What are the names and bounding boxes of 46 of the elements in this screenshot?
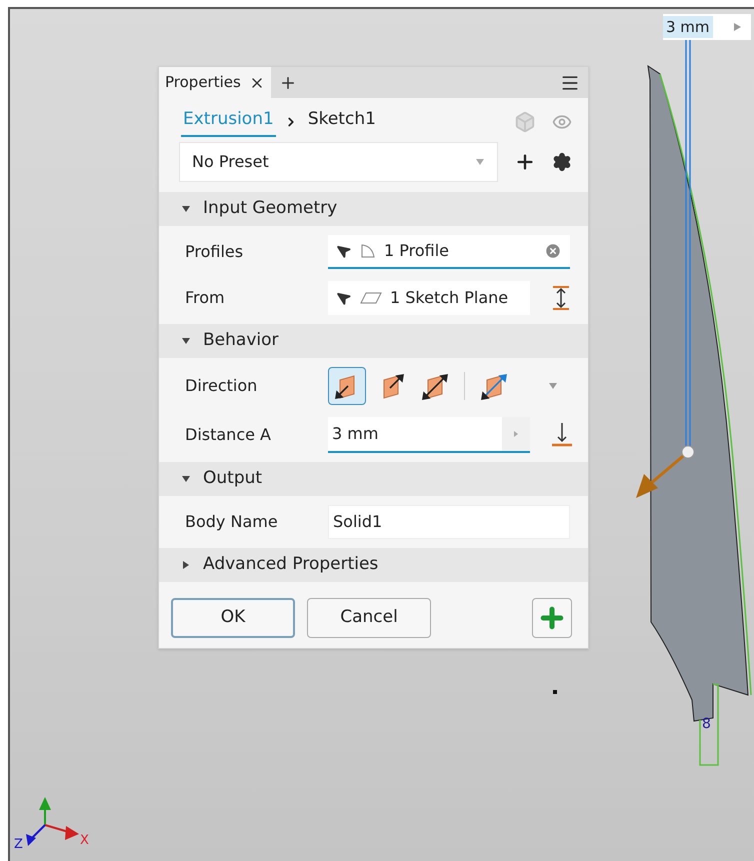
selection-value: 1 Profile [384, 240, 450, 262]
apply-button[interactable] [532, 598, 572, 638]
collapse-triangle-icon[interactable] [181, 336, 191, 346]
sketch-dimension-label: 8 [702, 717, 711, 731]
distance-value: 3 mm [331, 423, 380, 445]
flip-distance-icon[interactable] [550, 285, 572, 311]
expand-arrow-icon[interactable] [731, 21, 743, 33]
body-name-field[interactable]: Solid1 [328, 505, 570, 539]
dropdown-caret-icon [475, 158, 485, 166]
profile-shape-icon [360, 243, 376, 259]
collapse-triangle-icon[interactable] [181, 204, 191, 214]
section-header[interactable]: Advanced Properties [159, 548, 588, 582]
property-label: Profiles [185, 241, 244, 263]
collapse-triangle-icon[interactable] [181, 474, 191, 484]
axis-label: Z [14, 838, 23, 851]
section-header[interactable]: Output [159, 462, 588, 496]
clear-icon[interactable] [544, 242, 562, 260]
dropdown-caret-icon[interactable] [548, 382, 558, 390]
property-label: Body Name [185, 511, 279, 533]
property-label: Direction [185, 375, 258, 397]
breadcrumb-link[interactable]: Sketch1 [306, 107, 378, 137]
dimension-input[interactable]: 3 mm [663, 14, 751, 40]
panel-tab[interactable]: Properties [159, 67, 271, 98]
cancel-button[interactable]: Cancel [307, 598, 431, 638]
body-name-value: Solid1 [333, 511, 382, 533]
section-header[interactable]: Input Geometry [159, 192, 588, 226]
dimension-value: 3 mm [663, 16, 713, 38]
settings-icon[interactable] [552, 152, 572, 172]
axis-label: X [80, 834, 89, 847]
selection-field[interactable]: 1 Sketch Plane [328, 281, 530, 315]
selection-field[interactable]: 1 Profile [328, 235, 570, 269]
direction-option[interactable] [328, 367, 366, 405]
plane-shape-icon [360, 291, 382, 305]
property-label: From [185, 287, 226, 309]
measure-icon[interactable] [550, 421, 574, 449]
selection-value: 1 Sketch Plane [390, 287, 510, 309]
preset-dropdown[interactable]: No Preset [179, 142, 498, 182]
expand-triangle-icon[interactable] [181, 560, 191, 570]
extrude-direction-icon [420, 372, 450, 400]
section-header[interactable]: Behavior [159, 324, 588, 358]
axis-triad-drawing [26, 797, 79, 846]
distance-field[interactable]: 3 mm [328, 417, 530, 453]
extrude-direction-icon [479, 372, 509, 400]
ok-button[interactable]: OK [171, 598, 295, 638]
property-label: Distance A [185, 424, 272, 446]
origin-point [553, 690, 557, 694]
